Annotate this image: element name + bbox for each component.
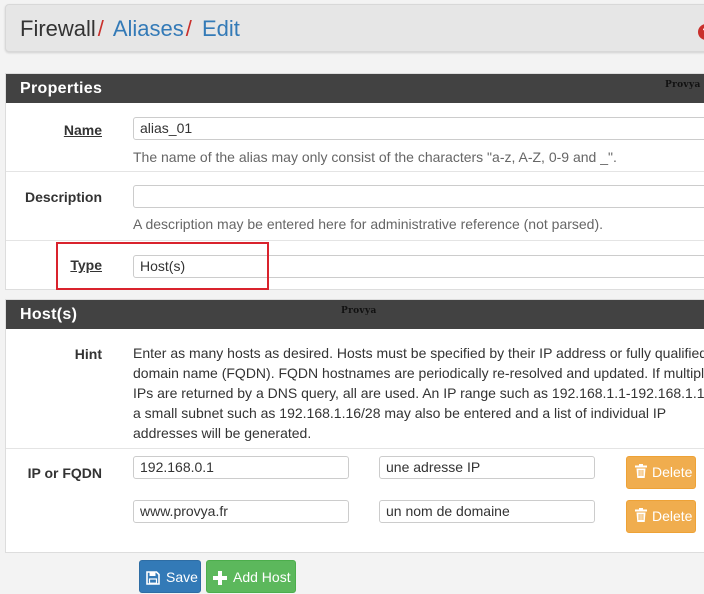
hint-label: Hint: [74, 346, 102, 362]
host-address-input[interactable]: www.provya.fr: [133, 500, 349, 523]
hint-line: domain name (FQDN). FQDN hostnames are p…: [133, 365, 704, 381]
description-label: Description: [24, 189, 102, 205]
breadcrumb-bar: Firewall/ Aliases/ Edit ?: [5, 4, 704, 52]
hint-text: Enter as many hosts as desired. Hosts mu…: [133, 343, 704, 443]
save-icon: [146, 569, 166, 586]
ip-or-fqdn-label: IP or FQDN: [27, 465, 102, 481]
breadcrumb-edit[interactable]: Edit: [202, 16, 240, 41]
delete-label: Delete: [652, 464, 693, 480]
breadcrumb-separator: /: [97, 16, 104, 41]
hosts-panel: Host(s) Provya Hint Enter as many hosts …: [5, 299, 704, 553]
breadcrumb-firewall[interactable]: Firewall: [20, 16, 96, 41]
hint-line: a small subnet such as 192.168.1.16/28 m…: [133, 405, 667, 421]
hint-line: addresses will be generated.: [133, 425, 312, 441]
trash-icon: [635, 458, 647, 489]
save-button[interactable]: Save: [139, 560, 201, 593]
delete-label: Delete: [652, 508, 693, 524]
add-host-label: Add Host: [233, 569, 291, 585]
host-address-input[interactable]: 192.168.0.1: [133, 456, 349, 479]
breadcrumb-aliases[interactable]: Aliases: [113, 16, 184, 41]
breadcrumb: Firewall/ Aliases/ Edit: [20, 16, 240, 42]
name-help-text: The name of the alias may only consist o…: [133, 149, 617, 165]
description-help-text: A description may be entered here for ad…: [133, 216, 604, 232]
plus-icon: [213, 569, 233, 586]
trash-icon: [635, 502, 647, 533]
name-input[interactable]: alias_01: [133, 117, 704, 140]
host-description-input[interactable]: une adresse IP: [379, 456, 595, 479]
delete-host-button[interactable]: Delete: [626, 500, 696, 533]
breadcrumb-separator: /: [185, 16, 192, 41]
hint-line: IPs are returned by a DNS query, all are…: [133, 385, 704, 401]
hint-line: Enter as many hosts as desired. Hosts mu…: [133, 345, 704, 361]
properties-title: Properties: [20, 80, 103, 97]
add-host-button[interactable]: Add Host: [206, 560, 296, 593]
provya-watermark: Provya: [341, 306, 377, 316]
host-entry-row: www.provya.fr un nom de domaine Delete: [6, 496, 704, 552]
provya-watermark: Provya: [665, 80, 701, 90]
type-highlight-box: [56, 242, 269, 290]
hosts-panel-header: Host(s) Provya: [6, 300, 704, 329]
host-entry-row: IP or FQDN 192.168.0.1 une adresse IP De…: [6, 449, 704, 496]
host-description-input[interactable]: un nom de domaine: [379, 500, 595, 523]
save-label: Save: [166, 569, 198, 585]
name-label: Name: [63, 122, 102, 138]
delete-host-button[interactable]: Delete: [626, 456, 696, 489]
name-row: Name alias_01 The name of the alias may …: [6, 103, 704, 172]
description-row: Description A description may be entered…: [6, 172, 704, 241]
properties-panel-header: Properties Provya: [6, 74, 704, 103]
description-input[interactable]: [133, 185, 704, 208]
help-icon[interactable]: ?: [698, 24, 704, 40]
hint-row: Hint Enter as many hosts as desired. Hos…: [6, 329, 704, 449]
hosts-title: Host(s): [20, 306, 78, 323]
